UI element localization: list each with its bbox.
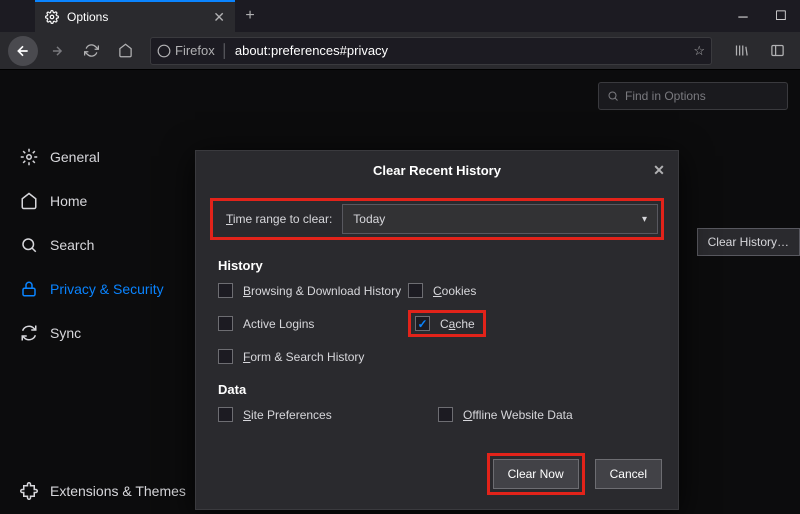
clear-now-button[interactable]: Clear Now (493, 459, 579, 489)
gear-icon (45, 10, 59, 24)
dialog-button-row: Clear Now Cancel (487, 453, 662, 495)
checkbox-box[interactable] (218, 349, 233, 364)
identity-label: Firefox (175, 43, 215, 58)
category-extensions[interactable]: Extensions & Themes (10, 474, 196, 508)
category-sync[interactable]: Sync (10, 316, 190, 350)
forward-button[interactable] (42, 36, 72, 66)
url-text: about:preferences#privacy (235, 43, 388, 58)
timerange-highlight: Time range to clear: Today ▾ (210, 198, 664, 240)
data-heading: Data (218, 382, 656, 397)
dialog-title: Clear Recent History (373, 163, 501, 178)
find-placeholder: Find in Options (625, 89, 706, 103)
window-controls: ─ ☐ (724, 0, 800, 32)
checkbox-box[interactable] (415, 316, 430, 331)
checkbox-box[interactable] (218, 283, 233, 298)
checkbox-box[interactable] (408, 283, 423, 298)
reload-button[interactable] (76, 36, 106, 66)
tab-title: Options (67, 10, 108, 24)
timerange-select[interactable]: Today ▾ (342, 204, 658, 234)
gear-icon (20, 148, 38, 166)
checkbox-cookies[interactable]: Cookies (408, 283, 656, 298)
category-label: Home (50, 193, 87, 209)
search-icon (607, 90, 619, 102)
checkbox-active-logins[interactable]: Active Logins (218, 316, 408, 331)
category-search[interactable]: Search (10, 228, 190, 262)
tab-strip: Options ✕ + ─ ☐ (0, 0, 800, 32)
minimize-button[interactable]: ─ (724, 0, 762, 32)
sync-icon (20, 324, 38, 342)
dialog-close-button[interactable]: ✕ (650, 161, 668, 179)
checkbox-offline-data[interactable]: Offline Website Data (438, 407, 656, 422)
clearnow-highlight: Clear Now (487, 453, 585, 495)
firefox-icon (157, 44, 171, 58)
timerange-value: Today (353, 212, 385, 226)
category-home[interactable]: Home (10, 184, 190, 218)
cancel-button[interactable]: Cancel (595, 459, 662, 489)
history-heading: History (218, 258, 656, 273)
category-label: General (50, 149, 100, 165)
url-bar[interactable]: Firefox │ about:preferences#privacy ☆ (150, 37, 712, 65)
maximize-button[interactable]: ☐ (762, 0, 800, 32)
checkbox-browsing-history[interactable]: Browsing & Download History (218, 283, 408, 298)
category-general[interactable]: General (10, 140, 190, 174)
find-in-options[interactable]: Find in Options (598, 82, 788, 110)
cache-highlight: Cache (408, 310, 486, 337)
checkbox-cache[interactable]: Cache (415, 316, 475, 331)
category-label: Sync (50, 325, 81, 341)
home-button[interactable] (110, 36, 140, 66)
library-button[interactable] (726, 36, 756, 66)
checkbox-box[interactable] (438, 407, 453, 422)
close-tab-icon[interactable]: ✕ (213, 9, 225, 26)
checkbox-box[interactable] (218, 407, 233, 422)
back-button[interactable] (8, 36, 38, 66)
data-section: Data Site Preferences Offline Website Da… (218, 382, 656, 422)
clear-history-button[interactable]: Clear History… (697, 228, 800, 256)
clear-history-dialog: Clear Recent History ✕ Time range to cle… (195, 150, 679, 510)
checkbox-form-history[interactable]: Form & Search History (218, 349, 408, 364)
bookmark-star-icon[interactable]: ☆ (693, 43, 705, 59)
dialog-title-bar: Clear Recent History ✕ (196, 151, 678, 190)
search-icon (20, 236, 38, 254)
preferences-content: Find in Options General Home Search Priv… (0, 70, 800, 514)
tab-options[interactable]: Options ✕ (35, 0, 235, 32)
identity-box[interactable]: Firefox (157, 43, 215, 58)
new-tab-button[interactable]: + (235, 0, 265, 32)
timerange-label: Time range to clear: (216, 206, 342, 232)
home-icon (20, 192, 38, 210)
checkbox-box[interactable] (218, 316, 233, 331)
category-label: Privacy & Security (50, 281, 164, 297)
nav-toolbar: Firefox │ about:preferences#privacy ☆ (0, 32, 800, 70)
lock-icon (20, 280, 38, 298)
puzzle-icon (20, 482, 38, 500)
sidebar-button[interactable] (762, 36, 792, 66)
category-list: General Home Search Privacy & Security S… (10, 140, 190, 350)
category-label: Extensions & Themes (50, 483, 186, 499)
chevron-down-icon: ▾ (642, 214, 647, 225)
history-section: History Browsing & Download History Cook… (218, 258, 656, 364)
category-privacy[interactable]: Privacy & Security (10, 272, 190, 306)
checkbox-site-preferences[interactable]: Site Preferences (218, 407, 438, 422)
category-label: Search (50, 237, 94, 253)
